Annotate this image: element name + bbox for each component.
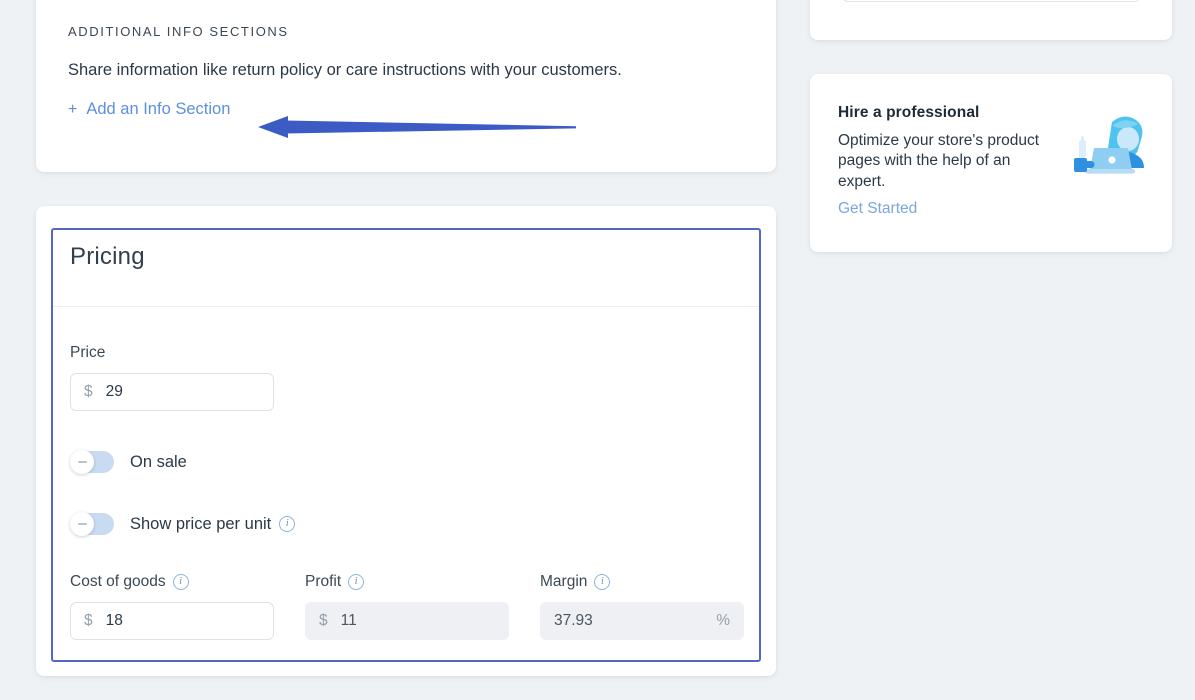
info-icon[interactable]: i <box>348 574 364 590</box>
additional-info-content: ADDITIONAL INFO SECTIONS Share informati… <box>36 0 776 119</box>
margin-label-group: Margin i <box>540 573 610 591</box>
margin-input-wrapper: % <box>540 602 744 640</box>
rail-partial-input[interactable] <box>842 0 1140 2</box>
margin-input <box>554 612 703 630</box>
profit-input <box>341 612 495 630</box>
currency-symbol: $ <box>84 383 93 401</box>
rail-top-partial-card <box>810 0 1172 40</box>
on-sale-label: On sale <box>130 453 187 472</box>
on-sale-toggle-row: On sale <box>70 451 187 473</box>
profit-input-wrapper: $ <box>305 602 509 640</box>
price-input[interactable] <box>106 383 260 401</box>
margin-field-group: Margin i % <box>540 573 744 640</box>
cost-of-goods-label-group: Cost of goods i <box>70 573 189 591</box>
show-price-per-unit-label: Show price per unit <box>130 515 271 534</box>
on-sale-label-group: On sale <box>130 453 187 472</box>
cost-profit-margin-row: Cost of goods i $ Profit i $ <box>70 573 744 640</box>
cost-of-goods-field-group: Cost of goods i $ <box>70 573 274 640</box>
profit-label: Profit <box>305 573 341 591</box>
cost-of-goods-input-wrapper[interactable]: $ <box>70 602 274 640</box>
show-price-per-unit-toggle[interactable] <box>70 513 114 535</box>
show-price-per-unit-toggle-row: Show price per unit i <box>70 513 295 535</box>
pricing-divider <box>53 306 759 307</box>
cost-of-goods-input[interactable] <box>106 612 260 630</box>
toggle-knob <box>70 450 94 474</box>
additional-info-description: Share information like return policy or … <box>68 59 744 81</box>
percent-symbol: % <box>716 612 730 630</box>
cost-of-goods-label: Cost of goods <box>70 573 166 591</box>
price-label: Price <box>70 344 105 362</box>
info-icon[interactable]: i <box>173 574 189 590</box>
price-field-group: Price $ <box>70 344 274 411</box>
toggle-knob <box>70 512 94 536</box>
additional-info-eyebrow: ADDITIONAL INFO SECTIONS <box>68 24 744 39</box>
hire-a-professional-card: Hire a professional Optimize your store'… <box>810 74 1172 252</box>
get-started-link[interactable]: Get Started <box>838 200 917 218</box>
currency-symbol: $ <box>319 612 328 630</box>
add-info-section-label: Add an Info Section <box>86 100 230 119</box>
show-price-per-unit-label-group: Show price per unit i <box>130 515 295 534</box>
profit-field-group: Profit i $ <box>305 573 509 640</box>
pricing-focus-outline: Pricing Price $ On sale <box>51 228 761 662</box>
additional-info-card: ADDITIONAL INFO SECTIONS Share informati… <box>36 0 776 172</box>
add-info-section-link[interactable]: + Add an Info Section <box>68 100 230 119</box>
info-icon[interactable]: i <box>279 516 295 532</box>
page-root: ADDITIONAL INFO SECTIONS Share informati… <box>0 0 1195 700</box>
price-input-wrapper[interactable]: $ <box>70 373 274 411</box>
profit-label-group: Profit i <box>305 573 364 591</box>
plus-icon: + <box>68 102 77 118</box>
on-sale-toggle[interactable] <box>70 451 114 473</box>
pricing-card: Pricing Price $ On sale <box>36 206 776 676</box>
pricing-title: Pricing <box>70 243 145 271</box>
hire-card-description: Optimize your store's product pages with… <box>838 131 1060 192</box>
info-icon[interactable]: i <box>594 574 610 590</box>
person-at-laptop-icon <box>1072 112 1154 186</box>
currency-symbol: $ <box>84 612 93 630</box>
margin-label: Margin <box>540 573 587 591</box>
